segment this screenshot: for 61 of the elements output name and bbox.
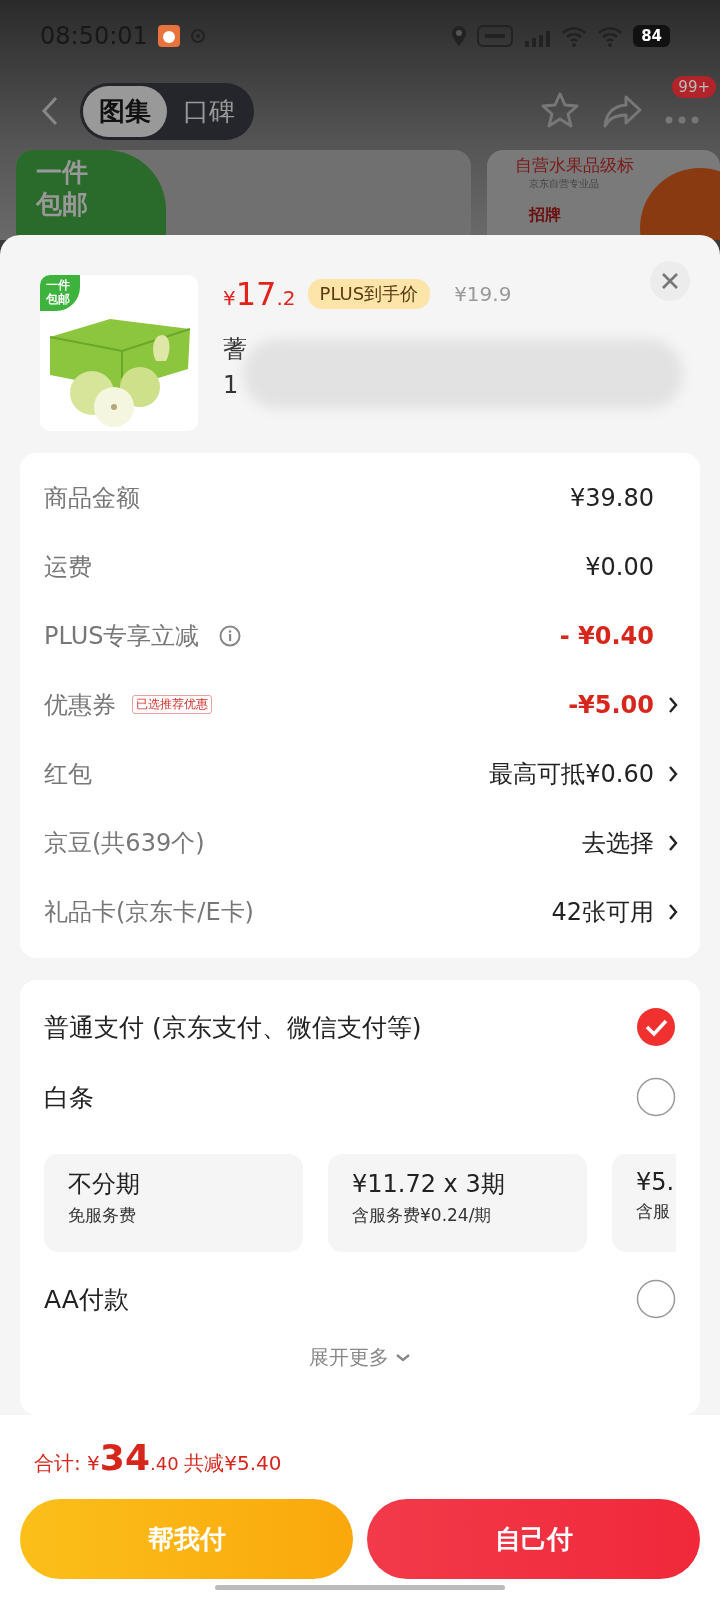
product-price: ¥17.2 [223, 275, 296, 313]
plus-price-tag: PLUS到手价 [307, 279, 431, 309]
share-icon[interactable] [602, 93, 642, 130]
radio-button[interactable] [636, 1279, 676, 1319]
fee-label: 运费 [44, 551, 92, 583]
pay-button[interactable]: 自己付 [367, 1499, 700, 1579]
location-icon [451, 25, 468, 48]
order-total: 合计: ¥34.40 共减¥5.40 [33, 1436, 283, 1471]
installment-note: 含服 [636, 1200, 671, 1223]
fee-label: 京豆(共639个) [44, 827, 205, 859]
chevron-right-icon[interactable] [668, 764, 678, 783]
tab[interactable]: 图集 [83, 85, 167, 137]
badge-text: 包邮 [36, 188, 89, 220]
fee-value: 去选择 [582, 827, 654, 859]
fee-value: ¥0.00 [585, 552, 654, 581]
banner-title: 自营水果品级标 [515, 154, 634, 177]
recommended-tag: 已选推荐优惠 [132, 695, 212, 714]
payment-method: AA付款 [44, 1283, 129, 1316]
payment-method: 普通支付 (京东支付、微信支付等) [44, 1011, 422, 1044]
close-icon[interactable] [650, 261, 690, 301]
payment-method: 白条 [44, 1081, 94, 1114]
fee-value: - ¥0.40 [559, 621, 654, 650]
installment-option[interactable]: ¥5. 含服 [612, 1154, 676, 1252]
product-title: 1 [223, 370, 240, 401]
notification-badge: 99+ [672, 75, 716, 98]
fee-value: 最高可抵¥0.60 [489, 758, 654, 790]
installment-title: ¥11.72 x 3期 [352, 1169, 506, 1200]
banner-tag: 招牌 [515, 191, 561, 226]
fee-label: 红包 [44, 758, 92, 790]
info-icon [219, 624, 242, 647]
badge-text: 一件 [46, 278, 70, 292]
wifi-icon [561, 25, 588, 48]
fee-value: ¥39.80 [570, 483, 654, 512]
chevron-right-icon[interactable] [668, 902, 678, 921]
original-price: ¥19.9 [454, 282, 512, 306]
checked-radio-icon[interactable] [636, 1007, 676, 1047]
wifi-icon [597, 25, 624, 48]
badge-text: 包邮 [46, 292, 70, 306]
installment-option[interactable]: ¥11.72 x 3期 含服务费¥0.24/期 [328, 1154, 587, 1252]
chevron-right-icon[interactable] [668, 695, 678, 714]
fee-label: PLUS专享立减 [44, 620, 200, 652]
chevron-down-icon [395, 1352, 411, 1363]
installment-title: 不分期 [68, 1169, 141, 1200]
radio-button[interactable] [636, 1077, 676, 1117]
badge-text: 一件 [36, 156, 89, 188]
product-title: 蓍 [223, 334, 248, 365]
tab[interactable]: 口碑 [167, 85, 251, 137]
fee-label: 礼品卡(京东卡/E卡) [44, 896, 254, 928]
installment-note: 含服务费¥0.24/期 [352, 1204, 493, 1227]
fee-label: 优惠券 [44, 689, 116, 721]
fee-value: 42张可用 [551, 896, 654, 928]
app-notification-icon [157, 25, 180, 48]
battery-level: 84 [633, 25, 670, 48]
installment-option[interactable]: 不分期 免服务费 [44, 1154, 303, 1252]
installment-title: ¥5. [636, 1168, 676, 1196]
fee-value: -¥5.00 [568, 690, 654, 719]
back-icon[interactable] [40, 96, 60, 127]
expand-more-link[interactable]: 展开更多 [309, 1344, 411, 1371]
chevron-right-icon[interactable] [668, 833, 678, 852]
fee-label: 商品金额 [44, 482, 140, 514]
installment-note: 免服务费 [68, 1204, 137, 1227]
